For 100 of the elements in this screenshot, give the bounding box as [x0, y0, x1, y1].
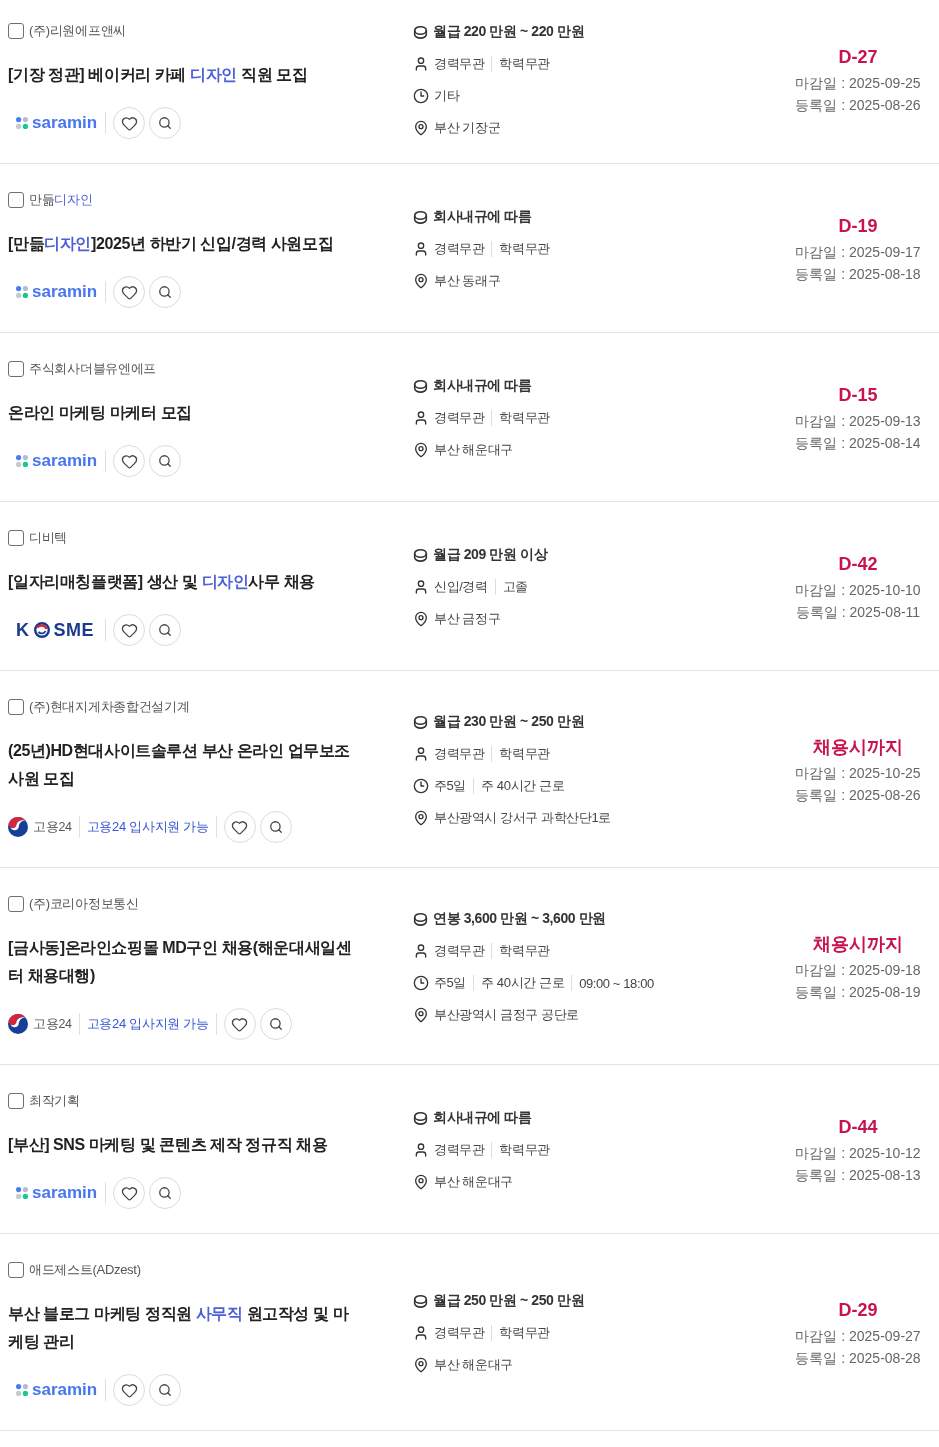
apply-link[interactable]: 고용24 입사지원 가능 [86, 818, 209, 836]
coins-icon [413, 714, 428, 730]
detail-text: 부산 동래구 [434, 272, 501, 290]
search-icon [158, 116, 172, 130]
search-icon [158, 1383, 172, 1397]
coins-icon [413, 911, 428, 927]
deadline-label: 채용시까지 [813, 933, 903, 956]
job-title[interactable]: [만듦디자인]2025년 하반기 신입/경력 사원모집 [8, 230, 358, 258]
search-icon [158, 285, 172, 299]
logo-wordmark: saramin [32, 1183, 98, 1203]
detail-text: 경력무관 [434, 55, 485, 73]
pin-icon [413, 810, 429, 826]
save-button[interactable] [113, 1177, 145, 1209]
save-button[interactable] [113, 1374, 145, 1406]
company-name: (주)리원에프앤씨 [29, 22, 126, 40]
job-title[interactable]: [부산] SNS 마케팅 및 콘텐츠 제작 정규직 채용 [8, 1131, 358, 1159]
source-name: 고용24 [33, 1016, 72, 1033]
heart-icon [120, 283, 138, 301]
user-icon [413, 943, 429, 959]
search-icon [268, 820, 283, 834]
checkbox[interactable] [8, 896, 24, 912]
job-title[interactable]: 부산 블로그 마케팅 정직원 사무직 원고작성 및 마케팅 관리 [8, 1300, 358, 1356]
job-title[interactable]: 온라인 마케팅 마케터 모집 [8, 399, 358, 427]
detail-text: 부산 해운대구 [434, 1356, 513, 1374]
search-button[interactable] [259, 811, 292, 843]
detail-text: 학력무관 [499, 240, 550, 258]
save-button[interactable] [113, 107, 145, 139]
detail-text: 부산 금정구 [434, 610, 501, 628]
search-button[interactable] [149, 276, 181, 308]
dots-icon [16, 1384, 28, 1396]
save-button[interactable] [113, 276, 145, 308]
posted-date: 등록일 : 2025-08-19 [795, 983, 921, 1002]
detail-text: 학력무관 [499, 409, 550, 427]
job-title[interactable]: (25년)HD현대사이트솔루션 부산 온라인 업무보조 사원 모집 [8, 737, 358, 793]
user-icon [413, 746, 429, 762]
checkbox[interactable] [8, 23, 24, 39]
checkbox[interactable] [8, 1262, 24, 1278]
heart-icon [120, 114, 138, 132]
job-title[interactable]: [기장 정관] 베이커리 카페 디자인 직원 모집 [8, 61, 358, 89]
checkbox[interactable] [8, 1093, 24, 1109]
detail-text: 학력무관 [499, 745, 550, 763]
search-icon [158, 454, 172, 468]
coins-icon [413, 209, 428, 225]
heart-icon [231, 818, 249, 836]
detail-text: 주5일 [434, 974, 467, 992]
detail-text: 학력무관 [499, 1324, 550, 1342]
company-name: 애드제스트(ADzest) [29, 1261, 141, 1279]
posted-date: 등록일 : 2025-08-18 [795, 265, 921, 284]
detail-text: 경력무관 [434, 1141, 485, 1159]
user-icon [413, 241, 429, 257]
checkbox[interactable] [8, 192, 24, 208]
checkbox[interactable] [8, 361, 24, 377]
user-icon [413, 579, 429, 595]
deadline-label: D-29 [838, 1299, 878, 1322]
emblem-icon [8, 1014, 28, 1034]
detail-text: 부산 해운대구 [434, 1173, 513, 1191]
search-icon [268, 1017, 283, 1031]
save-button[interactable] [113, 614, 145, 646]
search-icon [158, 1186, 172, 1200]
search-button[interactable] [149, 614, 181, 646]
clock-icon [413, 975, 429, 991]
detail-text: 경력무관 [434, 942, 485, 960]
deadline-label: D-15 [838, 384, 878, 407]
search-icon [158, 623, 172, 637]
logo-wordmark: SME [53, 620, 94, 640]
detail-text: 경력무관 [434, 240, 485, 258]
salary-text: 회사내규에 따름 [433, 1109, 532, 1127]
salary-text: 월급 250 만원 ~ 250 만원 [433, 1292, 585, 1310]
search-button[interactable] [149, 1374, 181, 1406]
checkbox[interactable] [8, 530, 24, 546]
heart-icon [120, 1381, 138, 1399]
coins-icon [413, 378, 428, 394]
heart-icon [120, 1184, 138, 1202]
posted-date: 등록일 : 2025-08-26 [795, 96, 921, 115]
save-button[interactable] [223, 811, 256, 843]
user-icon [413, 1142, 429, 1158]
search-button[interactable] [149, 1177, 181, 1209]
detail-text: 주5일 [434, 777, 467, 795]
pin-icon [413, 1357, 429, 1373]
checkbox[interactable] [8, 699, 24, 715]
apply-link[interactable]: 고용24 입사지원 가능 [86, 1015, 209, 1033]
save-button[interactable] [223, 1008, 256, 1040]
posted-date: 등록일 : 2025-08-14 [795, 434, 921, 453]
detail-text: 경력무관 [434, 409, 485, 427]
search-button[interactable] [259, 1008, 292, 1040]
posted-date: 등록일 : 2025-08-28 [795, 1349, 921, 1368]
job-title[interactable]: [금사동]온라인쇼핑몰 MD구인 채용(해운대새일센터 채용대행) [8, 934, 358, 990]
detail-text: 신입/경력 [434, 578, 488, 596]
deadline-label: D-42 [838, 553, 878, 576]
search-button[interactable] [149, 445, 181, 477]
search-button[interactable] [149, 107, 181, 139]
logo-wordmark: saramin [32, 1380, 98, 1400]
save-button[interactable] [113, 445, 145, 477]
user-icon [413, 56, 429, 72]
deadline-date: 마감일 : 2025-09-25 [795, 74, 921, 93]
job-title[interactable]: [일자리매칭플랫폼] 생산 및 디자인사무 채용 [8, 568, 358, 596]
deadline-date: 마감일 : 2025-09-27 [795, 1327, 921, 1346]
logo-wordmark: K [16, 620, 30, 640]
detail-text: 학력무관 [499, 1141, 550, 1159]
detail-text: 09:00 ~ 18:00 [579, 975, 654, 991]
